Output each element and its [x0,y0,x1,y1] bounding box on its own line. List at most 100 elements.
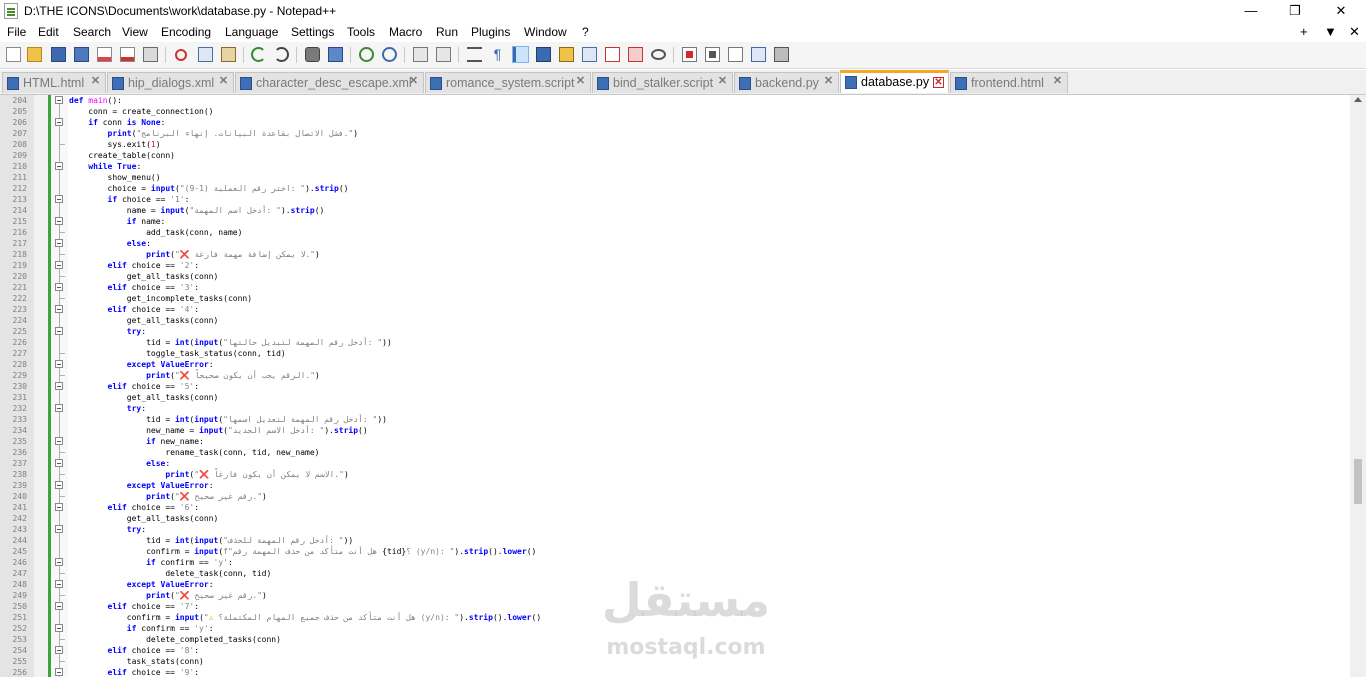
code-text[interactable]: rename_task(conn, tid, new_name) [69,447,319,458]
code-text[interactable]: task_stats(conn) [69,656,204,667]
code-text[interactable]: elif choice == '9': [69,667,200,678]
replace-icon[interactable] [328,47,343,62]
record-macro-icon[interactable] [682,47,697,62]
menu-run[interactable]: Run [436,25,458,39]
code-line[interactable]: 239 except ValueError: [0,480,1350,491]
zoom-in-icon[interactable] [359,47,374,62]
code-line[interactable]: 217 else: [0,238,1350,249]
word-wrap-icon[interactable] [467,47,482,62]
save-macro-icon[interactable] [774,47,789,62]
code-line[interactable]: 237 else: [0,458,1350,469]
code-editor[interactable]: 204 def main(): 205 conn = create_connecti… [0,95,1366,677]
code-text[interactable]: if name: [69,216,166,227]
code-line[interactable]: 214 name = input("أدخل اسم المهمة: ").st… [0,205,1350,216]
code-text[interactable]: tid = int(input("أدخل رقم المهمة لتبديل … [69,337,392,348]
folder-workspace-icon[interactable] [605,47,620,62]
code-line[interactable]: 212 choice = input("اختر رقم العملية (1-… [0,183,1350,194]
code-line[interactable]: 231 get_all_tasks(conn) [0,392,1350,403]
code-line[interactable]: 234 new_name = input("أدخل الاسم الجديد:… [0,425,1350,436]
code-text[interactable]: sys.exit(1) [69,139,161,150]
fold-toggle-icon[interactable] [55,96,63,104]
menu-macro[interactable]: Macro [389,25,422,39]
close-file-icon[interactable] [97,47,112,62]
fold-toggle-icon[interactable] [55,217,63,225]
code-text[interactable]: new_name = input("أدخل الاسم الجديد: ").… [69,425,368,436]
code-text[interactable]: get_all_tasks(conn) [69,315,219,326]
fold-toggle-icon[interactable] [55,459,63,467]
code-text[interactable]: else: [69,458,170,469]
save-icon[interactable] [51,47,66,62]
code-text[interactable]: delete_task(conn, tid) [69,568,271,579]
code-text[interactable]: print("فشل الاتصال بقاعدة البيانات. إنها… [69,128,359,139]
code-line[interactable]: 233 tid = int(input("أدخل رقم المهمة لتع… [0,414,1350,425]
close-all-icon[interactable] [120,47,135,62]
code-text[interactable]: try: [69,524,146,535]
code-text[interactable]: elif choice == '5': [69,381,200,392]
code-text[interactable]: elif choice == '2': [69,260,200,271]
code-text[interactable]: print("❌ الاسم لا يمكن أن يكون فارغاً.") [69,469,348,480]
menu-help[interactable]: ? [582,25,589,39]
menu-language[interactable]: Language [225,25,278,39]
code-line[interactable]: 208 sys.exit(1) [0,139,1350,150]
indent-guide-icon[interactable] [512,46,529,63]
code-line[interactable]: 216 add_task(conn, name) [0,227,1350,238]
code-text[interactable]: if confirm == 'y': [69,557,233,568]
code-text[interactable]: show_menu() [69,172,161,183]
code-line[interactable]: 213 if choice == '1': [0,194,1350,205]
code-text[interactable]: print("❌ الرقم يجب أن يكون صحيحاً.") [69,370,320,381]
menu-edit[interactable]: Edit [38,25,59,39]
new-tab-button[interactable]: + [1300,24,1308,39]
fold-toggle-icon[interactable] [55,162,63,170]
fold-toggle-icon[interactable] [55,437,63,445]
fold-toggle-icon[interactable] [55,525,63,533]
fold-toggle-icon[interactable] [55,404,63,412]
close-button[interactable]: ✕ [1318,0,1364,22]
fold-toggle-icon[interactable] [55,602,63,610]
tab-close-icon[interactable]: ✕ [717,76,728,87]
code-text[interactable]: try: [69,326,146,337]
tab-close-icon[interactable]: ✕ [933,77,944,88]
menu-window[interactable]: Window [524,25,567,39]
fold-toggle-icon[interactable] [55,261,63,269]
code-text[interactable]: get_all_tasks(conn) [69,271,219,282]
code-text[interactable]: except ValueError: [69,579,214,590]
fold-toggle-icon[interactable] [55,283,63,291]
minimize-button[interactable]: — [1228,0,1274,22]
fold-toggle-icon[interactable] [55,239,63,247]
code-line[interactable]: 227 toggle_task_status(conn, tid) [0,348,1350,359]
open-file-icon[interactable] [27,47,42,62]
fold-toggle-icon[interactable] [55,360,63,368]
close-doc-button[interactable]: ✕ [1349,24,1360,40]
find-icon[interactable] [305,47,320,62]
code-text[interactable]: if new_name: [69,436,204,447]
code-line[interactable]: 218 print("❌ لا يمكن إضافة مهمة فارغة.") [0,249,1350,260]
menu-search[interactable]: Search [73,25,111,39]
code-text[interactable]: choice = input("اختر رقم العملية (1-9): … [69,183,349,194]
code-text[interactable]: name = input("أدخل اسم المهمة: ").strip(… [69,205,325,216]
code-line[interactable]: 209 create_table(conn) [0,150,1350,161]
code-line[interactable]: 206 if conn is None: [0,117,1350,128]
code-line[interactable]: 210 while True: [0,161,1350,172]
code-text[interactable]: get_all_tasks(conn) [69,392,219,403]
code-text[interactable]: print("❌ رقم غير صحيح.") [69,491,267,502]
code-text[interactable]: elif choice == '3': [69,282,200,293]
code-text[interactable]: confirm = input("⚠ هل أنت متأكد من حذف ج… [69,612,541,623]
menu-tools[interactable]: Tools [347,25,375,39]
new-file-icon[interactable] [6,47,21,62]
code-line[interactable]: 221 elif choice == '3': [0,282,1350,293]
copy-icon[interactable] [198,47,213,62]
tab-bind-stalker[interactable]: bind_stalker.script ✕ [592,72,733,93]
play-macro-icon[interactable] [728,47,743,62]
sync-vertical-icon[interactable] [413,47,428,62]
fold-toggle-icon[interactable] [55,624,63,632]
code-line[interactable]: 232 try: [0,403,1350,414]
code-line[interactable]: 226 tid = int(input("أدخل رقم المهمة لتب… [0,337,1350,348]
code-line[interactable]: 225 try: [0,326,1350,337]
restore-button[interactable]: ❐ [1272,0,1318,22]
tab-frontend-html[interactable]: frontend.html ✕ [950,72,1068,93]
code-text[interactable]: while True: [69,161,141,172]
vertical-scrollbar[interactable] [1350,95,1366,677]
fold-toggle-icon[interactable] [55,503,63,511]
redo-icon[interactable] [274,47,289,62]
code-text[interactable]: else: [69,238,151,249]
